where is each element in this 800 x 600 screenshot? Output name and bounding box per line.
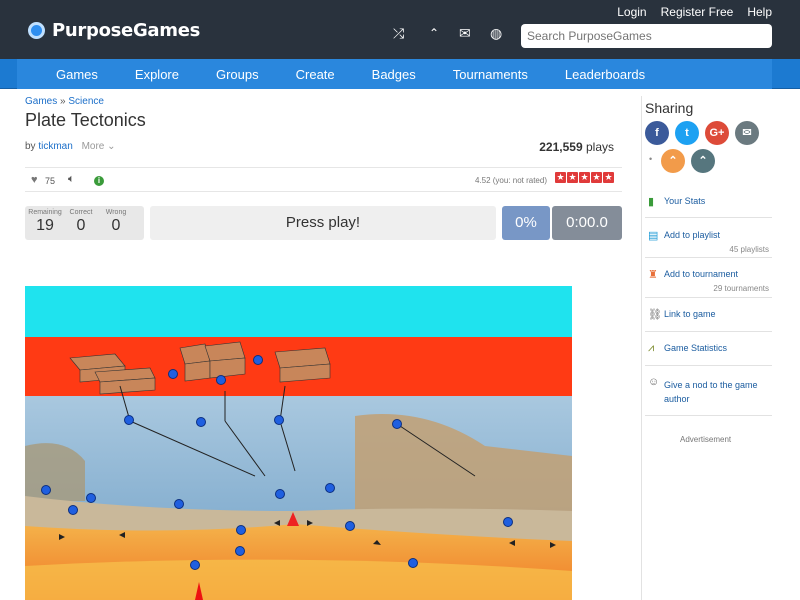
bar-chart-icon: ▮ (648, 196, 655, 208)
facebook-icon[interactable]: f (645, 121, 669, 145)
nav-inner: Games Explore Groups Create Badges Tourn… (17, 59, 772, 89)
tournament-count: 29 tournaments (713, 284, 769, 293)
top-bar: PurposeGames ⤮ ⌃ ✉ ◍ Login Register Free… (0, 0, 800, 59)
plate-tectonics-diagram (25, 286, 572, 600)
smile-icon: ☺ (648, 376, 660, 388)
plays-label: plays (585, 140, 614, 154)
remaining-stat: Remaining 19 (27, 209, 63, 235)
playlist-label: Add to playlist (664, 230, 721, 240)
link-label: Link to game (664, 309, 716, 319)
nod-label: Give a nod to the game author (664, 380, 758, 404)
mail-icon[interactable]: ✉ (459, 26, 471, 40)
sidebar-item-tournament[interactable]: ♜ Add to tournament 29 tournaments (645, 258, 772, 298)
advertisement-label: Advertisement (680, 435, 732, 444)
playlist-count: 45 playlists (729, 245, 769, 254)
more-label: More (81, 141, 105, 152)
breadcrumb-science[interactable]: Science (68, 96, 104, 107)
wrong-label: Wrong (105, 209, 127, 216)
timer: 0:00.0 (552, 206, 622, 240)
nav-leaderboards[interactable]: Leaderboards (565, 67, 645, 82)
heart-icon[interactable]: ♥ (31, 174, 38, 186)
star-icon[interactable]: ★ (591, 172, 602, 183)
likes-count: 75 (45, 176, 56, 186)
logo-icon (28, 22, 45, 39)
rating-stars[interactable]: ★ ★ ★ ★ ★ (555, 172, 614, 183)
your-stats-label: Your Stats (664, 196, 706, 206)
nav-badges[interactable]: Badges (372, 67, 416, 82)
twitter-icon[interactable]: t (675, 121, 699, 145)
page-title: Plate Tectonics (25, 110, 146, 130)
plays-count: 221,559 plays (539, 140, 614, 154)
statistics-label: Game Statistics (664, 343, 728, 353)
logo-text: PurposeGames (52, 20, 201, 41)
search-input[interactable] (521, 24, 772, 48)
chevron-down-icon: ⌄ (107, 141, 116, 152)
register-link[interactable]: Register Free (661, 5, 734, 19)
press-play-button[interactable]: Press play! (150, 206, 496, 240)
link-icon: ⛓ (648, 309, 662, 321)
sidebar-item-nod[interactable]: ☺ Give a nod to the game author (645, 366, 772, 416)
remaining-value: 19 (36, 217, 54, 234)
breadcrumb: Games » Science (25, 96, 622, 107)
wrong-stat: Wrong 0 (98, 209, 134, 235)
bullet-icon: • (649, 154, 653, 164)
tournament-icon: ♜ (648, 269, 658, 281)
stats-row: ♥ 75 🔈︎ i 4.52 (you: not rated) ★ ★ ★ ★ … (25, 167, 622, 192)
main-nav: Games Explore Groups Create Badges Tourn… (0, 59, 800, 89)
info-icon[interactable]: i (94, 176, 104, 186)
game-image[interactable] (25, 286, 572, 600)
playlist-icon: ▤ (648, 230, 659, 242)
logo[interactable]: PurposeGames (28, 20, 200, 41)
plays-number: 221,559 (539, 140, 583, 154)
score-box: Remaining 19 Correct 0 Wrong 0 (25, 206, 144, 240)
sidebar-item-link[interactable]: ⛓ Link to game (645, 298, 772, 332)
sharing-title: Sharing (645, 100, 694, 116)
byline: by tickman More ⌄ (25, 141, 116, 152)
star-icon[interactable]: ★ (567, 172, 578, 183)
main-content: Games » Science Plate Tectonics by tickm… (25, 96, 622, 240)
help-link[interactable]: Help (747, 5, 772, 19)
by-label: by (25, 141, 36, 152)
nav-tournaments[interactable]: Tournaments (453, 67, 528, 82)
correct-value: 0 (76, 217, 86, 234)
login-link[interactable]: Login (617, 5, 646, 19)
speaker-icon[interactable]: 🔈︎ (68, 173, 75, 186)
correct-label: Correct (69, 209, 93, 216)
more-dropdown[interactable]: More ⌄ (82, 141, 116, 152)
chart-line-icon: ⩘ (648, 342, 655, 354)
nav-games[interactable]: Games (56, 67, 98, 82)
shuffle-icon[interactable]: ⤮ (393, 26, 404, 40)
sidebar: Sharing f t G+ ✉ • ⌃ ⌃ ▮ Your Stats ▤ Ad… (641, 96, 800, 600)
star-icon[interactable]: ★ (555, 172, 566, 183)
globe-icon[interactable]: ◍ (490, 26, 502, 40)
sidebar-item-statistics[interactable]: ⩘ Game Statistics (645, 332, 772, 366)
tournament-label: Add to tournament (664, 269, 739, 279)
correct-stat: Correct 0 (63, 209, 99, 235)
author-link[interactable]: tickman (38, 141, 72, 152)
sidebar-item-your-stats[interactable]: ▮ Your Stats (645, 186, 772, 218)
nav-explore[interactable]: Explore (135, 67, 179, 82)
remaining-label: Remaining (28, 209, 62, 216)
email-share-icon[interactable]: ✉ (735, 121, 759, 145)
star-icon[interactable]: ★ (603, 172, 614, 183)
star-icon[interactable]: ★ (579, 172, 590, 183)
nav-groups[interactable]: Groups (216, 67, 259, 82)
progress-percent: 0% (502, 206, 550, 240)
google-plus-icon[interactable]: G+ (705, 121, 729, 145)
breadcrumb-games[interactable]: Games (25, 96, 57, 107)
wrong-value: 0 (111, 217, 121, 234)
chevron-up-orange-icon[interactable]: ⌃ (661, 149, 685, 173)
sidebar-item-playlist[interactable]: ▤ Add to playlist 45 playlists (645, 218, 772, 258)
chevrons-up-icon[interactable]: ⌃ (429, 26, 439, 40)
rating-text: 4.52 (you: not rated) (474, 176, 547, 185)
top-links: Login Register Free Help (617, 5, 772, 19)
chevrons-up-icon[interactable]: ⌃ (691, 149, 715, 173)
breadcrumb-separator: » (60, 96, 66, 107)
nav-create[interactable]: Create (296, 67, 335, 82)
